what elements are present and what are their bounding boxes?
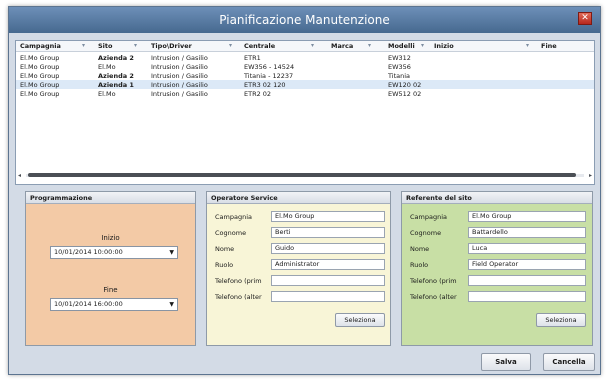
filter-icon[interactable]: ▾ — [82, 43, 89, 49]
cell-centrale: ETR3 02 120 — [244, 81, 286, 89]
cell-modelli: Titania — [388, 72, 411, 80]
cell-tipo-driver: Intrusion / Gasilio — [151, 54, 208, 62]
cell-sito: Azienda 2 — [98, 72, 134, 80]
operatore-cognome-label: Cognome — [215, 229, 247, 237]
scrollbar-thumb[interactable] — [28, 173, 576, 177]
maintenance-grid: Campagnia ▾ Sito ▾ Tipo\Driver ▾ Central… — [15, 40, 595, 185]
table-row[interactable]: El.Mo Group Azienda 2 Intrusion / Gasili… — [16, 71, 594, 80]
cell-campagnia: El.Mo Group — [20, 72, 60, 80]
cancel-button[interactable]: Cancella — [543, 353, 595, 371]
fine-datetime-picker[interactable]: 10/01/2014 16:00:00 ▼ — [50, 298, 178, 311]
column-header-centrale[interactable]: Centrale — [244, 42, 275, 50]
title-bar: Pianificazione Manutenzione ✕ — [9, 7, 600, 33]
cell-campagnia: El.Mo Group — [20, 63, 60, 71]
cell-campagnia: El.Mo Group — [20, 90, 60, 98]
grid-header: Campagnia ▾ Sito ▾ Tipo\Driver ▾ Central… — [16, 41, 594, 52]
scroll-right-icon[interactable]: ▸ — [589, 172, 592, 179]
column-header-tipo-driver[interactable]: Tipo\Driver — [151, 42, 192, 50]
referente-telefono-alter-label: Telefono (alter — [410, 293, 457, 301]
inizio-datetime-picker[interactable]: 10/01/2014 10:00:00 ▼ — [50, 246, 178, 259]
filter-icon[interactable]: ▾ — [229, 43, 236, 49]
horizontal-scrollbar[interactable]: ◂ ▸ — [18, 172, 592, 179]
table-row-selected[interactable]: El.Mo Group Azienda 1 Intrusion / Gasili… — [16, 80, 594, 89]
referente-telefono-prim-label: Telefono (prim — [410, 277, 457, 285]
operatore-campagnia-label: Campagnia — [215, 213, 252, 221]
cell-centrale: ETR1 — [244, 54, 261, 62]
programmazione-title: Programmazione — [26, 192, 195, 204]
cell-sito: Azienda 2 — [98, 54, 134, 62]
operatore-nome-label: Nome — [215, 245, 235, 253]
table-row[interactable]: El.Mo Group El.Mo Intrusion / Gasilio EW… — [16, 62, 594, 71]
filter-icon[interactable]: ▾ — [134, 43, 141, 49]
operatore-telefono-alter-field[interactable] — [271, 291, 385, 302]
cell-tipo-driver: Intrusion / Gasilio — [151, 90, 208, 98]
cell-modelli: EW356 — [388, 63, 411, 71]
inizio-value: 10/01/2014 10:00:00 — [54, 248, 123, 256]
cell-modelli: EW312 — [388, 54, 411, 62]
operatore-cognome-field[interactable]: Berti — [271, 227, 385, 238]
cell-sito: El.Mo — [98, 63, 116, 71]
operatore-service-panel: Operatore Service Campagnia El.Mo Group … — [206, 191, 391, 346]
fine-value: 10/01/2014 16:00:00 — [54, 300, 123, 308]
close-button[interactable]: ✕ — [578, 12, 592, 25]
operatore-ruolo-label: Ruolo — [215, 261, 234, 269]
scroll-left-icon[interactable]: ◂ — [18, 172, 21, 179]
referente-campagnia-field[interactable]: El.Mo Group — [468, 211, 586, 222]
maintenance-dialog: Pianificazione Manutenzione ✕ Campagnia … — [8, 6, 601, 375]
cell-centrale: EW356 - 14524 — [244, 63, 295, 71]
cell-campagnia: El.Mo Group — [20, 54, 60, 62]
cell-centrale: Titania - 12237 — [244, 72, 294, 80]
referente-campagnia-label: Campagnia — [410, 213, 447, 221]
cell-modelli: EW120 02 — [388, 81, 422, 89]
filter-icon[interactable]: ▾ — [311, 43, 318, 49]
referente-sito-panel: Referente del sito Campagnia El.Mo Group… — [401, 191, 593, 346]
operatore-service-title: Operatore Service — [207, 192, 390, 204]
dropdown-arrow-icon[interactable]: ▼ — [169, 247, 174, 258]
referente-ruolo-label: Ruolo — [410, 261, 429, 269]
cell-sito: El.Mo — [98, 90, 116, 98]
column-header-marca[interactable]: Marca — [331, 42, 353, 50]
column-header-campagnia[interactable]: Campagnia — [20, 42, 61, 50]
save-button[interactable]: Salva — [481, 353, 531, 371]
referente-telefono-prim-field[interactable] — [468, 275, 586, 286]
filter-icon[interactable]: ▾ — [526, 43, 533, 49]
column-header-inizio[interactable]: Inizio — [434, 42, 454, 50]
cell-tipo-driver: Intrusion / Gasilio — [151, 81, 208, 89]
referente-sito-title: Referente del sito — [402, 192, 592, 204]
inizio-label: Inizio — [101, 234, 120, 242]
column-header-fine[interactable]: Fine — [541, 42, 557, 50]
operatore-nome-field[interactable]: Guido — [271, 243, 385, 254]
referente-ruolo-field[interactable]: Field Operator — [468, 259, 586, 270]
filter-icon[interactable]: ▾ — [368, 43, 375, 49]
column-header-sito[interactable]: Sito — [98, 42, 112, 50]
cell-tipo-driver: Intrusion / Gasilio — [151, 72, 208, 80]
operatore-ruolo-field[interactable]: Administrator — [271, 259, 385, 270]
operatore-campagnia-field[interactable]: El.Mo Group — [271, 211, 385, 222]
cell-tipo-driver: Intrusion / Gasilio — [151, 63, 208, 71]
table-row[interactable]: El.Mo Group El.Mo Intrusion / Gasilio ET… — [16, 89, 594, 98]
referente-cognome-label: Cognome — [410, 229, 442, 237]
referente-nome-label: Nome — [410, 245, 430, 253]
programmazione-panel: Programmazione Inizio 10/01/2014 10:00:0… — [25, 191, 196, 346]
cell-sito: Azienda 1 — [98, 81, 134, 89]
column-header-modelli[interactable]: Modelli — [388, 42, 415, 50]
fine-label: Fine — [103, 286, 118, 294]
dropdown-arrow-icon[interactable]: ▼ — [169, 299, 174, 310]
referente-nome-field[interactable]: Luca — [468, 243, 586, 254]
referente-telefono-alter-field[interactable] — [468, 291, 586, 302]
cell-campagnia: El.Mo Group — [20, 81, 60, 89]
referente-cognome-field[interactable]: Battardello — [468, 227, 586, 238]
operatore-telefono-prim-field[interactable] — [271, 275, 385, 286]
operatore-telefono-prim-label: Telefono (prim — [215, 277, 262, 285]
filter-icon[interactable]: ▾ — [421, 43, 428, 49]
operatore-seleziona-button[interactable]: Seleziona — [335, 313, 385, 327]
cell-centrale: ETR2 02 — [244, 90, 272, 98]
cell-modelli: EW512 02 — [388, 90, 422, 98]
window-title: Pianificazione Manutenzione — [219, 13, 390, 27]
referente-seleziona-button[interactable]: Seleziona — [536, 313, 586, 327]
table-row[interactable]: El.Mo Group Azienda 2 Intrusion / Gasili… — [16, 53, 594, 62]
operatore-telefono-alter-label: Telefono (alter — [215, 293, 262, 301]
